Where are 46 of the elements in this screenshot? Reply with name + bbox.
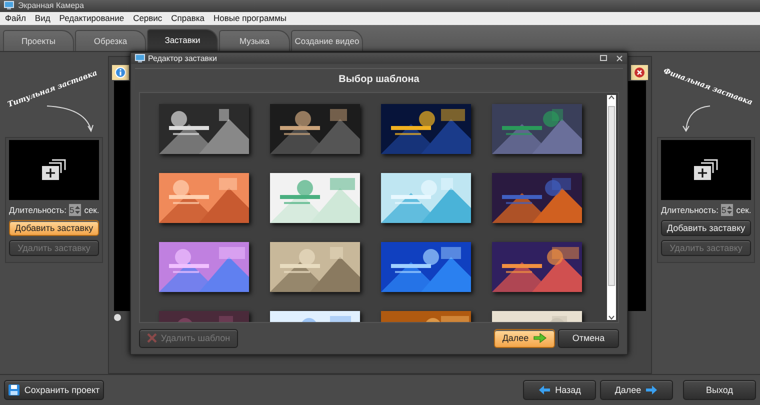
- window-title: Экранная Камера: [18, 1, 84, 10]
- left-arrow-icon: [538, 385, 552, 396]
- cancel-button[interactable]: Отмена: [558, 328, 619, 348]
- next-button[interactable]: Далее: [494, 328, 555, 348]
- intro-preview[interactable]: [661, 140, 751, 200]
- next-button[interactable]: Далее: [600, 380, 673, 400]
- close-icon[interactable]: [631, 64, 648, 80]
- maximize-icon[interactable]: [600, 55, 607, 62]
- intro-preview[interactable]: [9, 140, 99, 200]
- delete-icon: [146, 333, 157, 344]
- menu-item[interactable]: Редактирование: [59, 13, 124, 24]
- tab[interactable]: Создание видео: [291, 30, 363, 51]
- curved-arrow-icon: [682, 104, 712, 134]
- tab[interactable]: Проекты: [3, 30, 74, 51]
- menu-item[interactable]: Вид: [34, 13, 50, 24]
- right-arrow-icon: [532, 333, 547, 344]
- tab[interactable]: Обрезка: [75, 30, 146, 51]
- slider-handle[interactable]: [114, 314, 121, 321]
- menu-item[interactable]: Новые программы: [214, 13, 287, 24]
- monitor-icon: [4, 1, 14, 10]
- tab[interactable]: Заставки: [147, 28, 218, 51]
- save-project-button[interactable]: Сохранить проект: [4, 380, 104, 400]
- add-intro-button[interactable]: Добавить заставку: [9, 220, 99, 236]
- tab[interactable]: Музыка: [219, 30, 290, 51]
- menu-item[interactable]: Справка: [171, 13, 205, 24]
- unit-label: сек.: [736, 204, 752, 215]
- info-icon[interactable]: [112, 64, 129, 80]
- back-button[interactable]: Назад: [523, 380, 596, 400]
- monitor-icon: [135, 54, 145, 63]
- unit-label: сек.: [84, 204, 100, 215]
- exit-button[interactable]: Выход: [683, 380, 756, 400]
- duration-spinner[interactable]: 5: [721, 204, 734, 216]
- duration-spinner[interactable]: 5: [69, 204, 82, 216]
- add-slides-icon: [693, 158, 719, 181]
- scrollbar[interactable]: [607, 94, 616, 320]
- add-slides-icon: [41, 158, 67, 181]
- duration-label: Длительность:: [661, 204, 718, 215]
- add-intro-button[interactable]: Добавить заставку: [661, 220, 751, 236]
- menu-item[interactable]: Сервис: [133, 13, 162, 24]
- right-arrow-icon: [645, 385, 658, 396]
- scroll-down-icon[interactable]: [608, 314, 615, 320]
- duration-label: Длительность:: [9, 204, 66, 215]
- close-icon[interactable]: [616, 54, 623, 62]
- scroll-up-icon[interactable]: [608, 94, 615, 100]
- dialog-title: Редактор заставки: [148, 54, 218, 63]
- menu-item[interactable]: Файл: [5, 13, 26, 24]
